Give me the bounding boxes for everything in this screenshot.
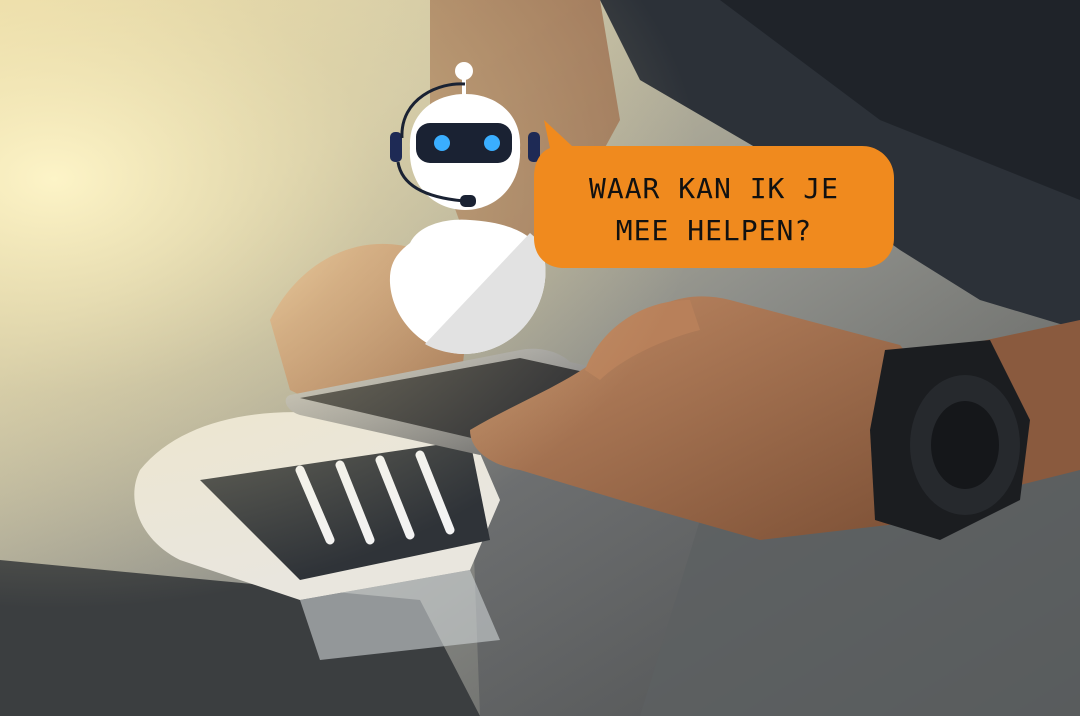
speech-bubble-text: WAAR KAN IK JE MEE HELPEN? xyxy=(532,168,896,252)
chatbot-robot-icon xyxy=(389,62,546,354)
speech-bubble-line-2: MEE HELPEN? xyxy=(615,214,813,247)
photo-scene: WAAR KAN IK JE MEE HELPEN? xyxy=(0,0,1080,716)
speech-bubble-line-1: WAAR KAN IK JE xyxy=(588,172,839,205)
speech-bubble: WAAR KAN IK JE MEE HELPEN? xyxy=(532,118,896,270)
